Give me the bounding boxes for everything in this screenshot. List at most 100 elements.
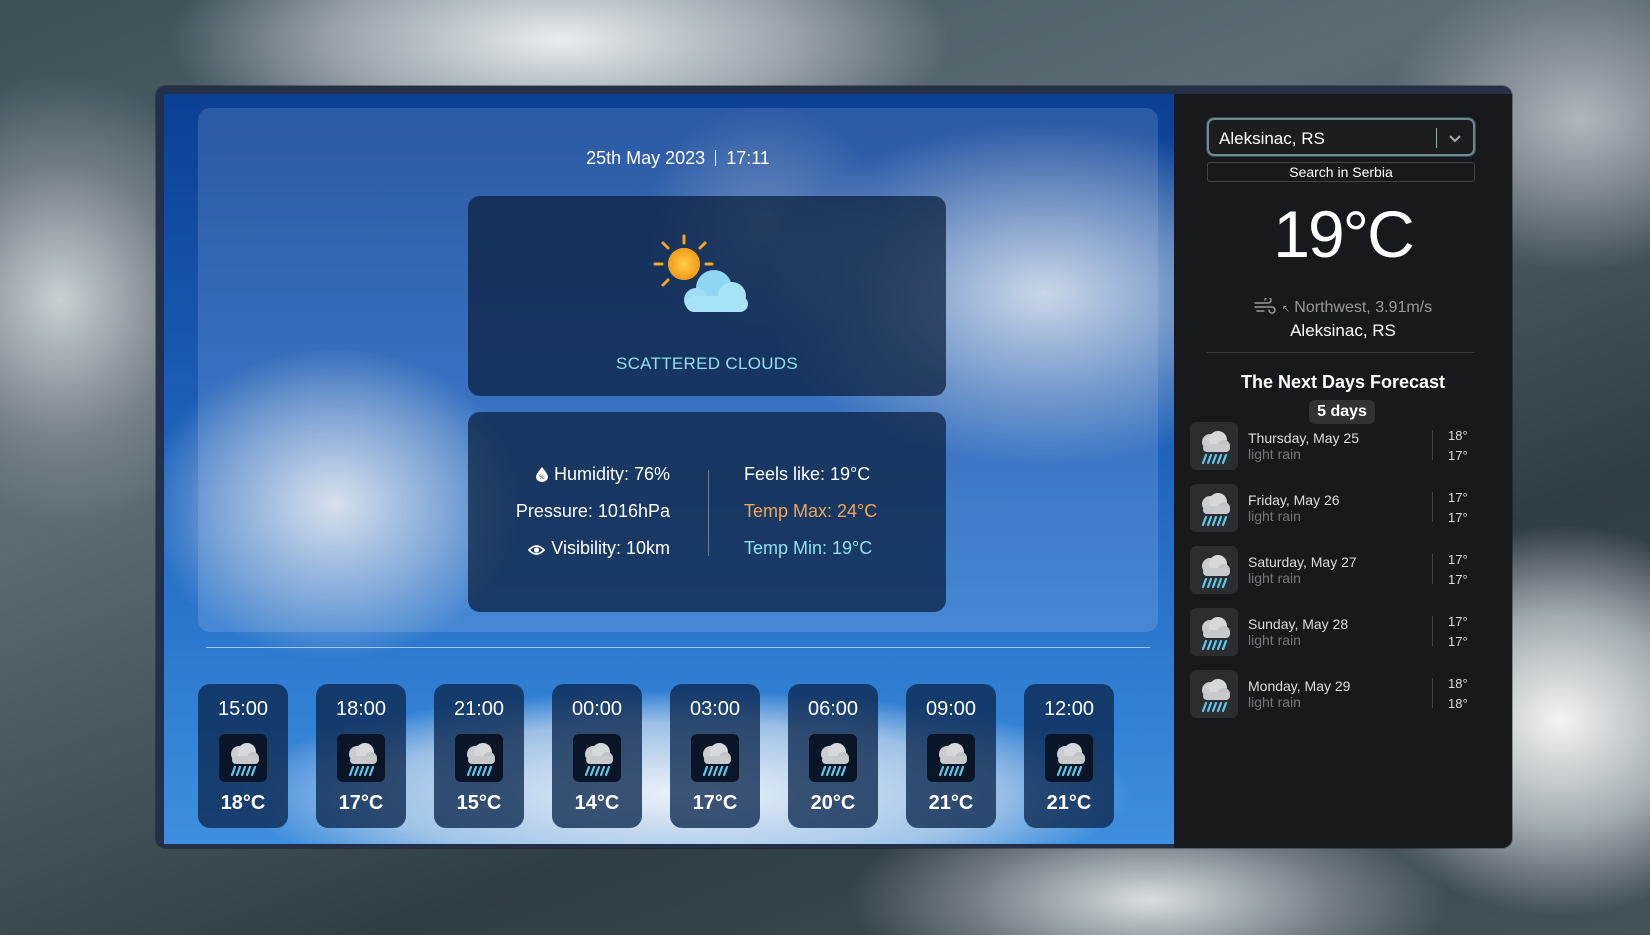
hourly-card: 06:00 20°C [788, 684, 878, 828]
location-select-value: Aleksinac, RS [1219, 129, 1325, 148]
eye-icon [528, 540, 546, 561]
forecast-day-max: 17° [1448, 614, 1468, 629]
forecast-day-divider [1432, 554, 1433, 584]
forecast-day-divider [1432, 430, 1433, 460]
hourly-card: 03:00 17°C [670, 684, 760, 828]
hourly-time: 15:00 [217, 698, 269, 720]
current-time: 17:11 [726, 148, 770, 168]
forecast-day-desc: light rain [1248, 570, 1301, 586]
forecast-day-divider [1432, 616, 1433, 646]
select-separator [1436, 128, 1437, 148]
hourly-time: 18:00 [335, 698, 387, 720]
forecast-day-max: 18° [1448, 676, 1468, 691]
hourly-time: 12:00 [1043, 698, 1095, 720]
svg-text:%: % [539, 474, 545, 481]
date-time-divider [715, 150, 717, 166]
hourly-card: 18:00 17°C [316, 684, 406, 828]
pressure-value: Pressure: 1016hPa [515, 501, 670, 521]
rain-cloud-icon [219, 734, 267, 782]
feels-like-value: Feels like: 19°C [744, 464, 871, 484]
hourly-card: 09:00 21°C [906, 684, 996, 828]
hourly-card: 15:00 18°C [198, 684, 288, 828]
hourly-time: 21:00 [453, 698, 505, 720]
forecast-day-name: Sunday, May 28 [1248, 616, 1349, 632]
forecast-day-min: 17° [1448, 572, 1468, 587]
temp-min-value: Temp Min: 19°C [744, 538, 873, 558]
details-right-column: Feels like: 19°C Temp Max: 24°C Temp Min… [744, 464, 877, 575]
forecast-title: The Next Days Forecast [1240, 372, 1446, 392]
hourly-temp: 18°C [220, 792, 266, 814]
location-name: Aleksinac, RS [1290, 321, 1396, 340]
weather-app-window: 25th May 2023 17:11 SCATTERED CLOUDS % H… [156, 86, 1512, 848]
rain-cloud-icon [1190, 546, 1238, 594]
rain-cloud-icon [1190, 670, 1238, 718]
wind-direction-arrow-icon: ↖ [1281, 304, 1291, 315]
rain-cloud-icon [573, 734, 621, 782]
forecast-day-max: 17° [1448, 552, 1468, 567]
location-select[interactable]: Aleksinac, RS [1207, 118, 1475, 156]
forecast-day-item: Monday, May 29 light rain 18° 18° [1190, 668, 1480, 720]
hourly-temp: 21°C [928, 792, 974, 814]
current-date: 25th May 2023 [586, 148, 706, 168]
forecast-day-desc: light rain [1248, 694, 1301, 710]
wind-value: Northwest, 3.91m/s [1294, 299, 1433, 316]
sun-behind-cloud-icon [652, 234, 762, 324]
forecast-day-desc: light rain [1248, 508, 1301, 524]
humidity-value: Humidity: 76% [553, 464, 670, 484]
rain-cloud-icon [1190, 484, 1238, 532]
details-divider [708, 470, 709, 556]
hourly-temp: 21°C [1046, 792, 1092, 814]
hourly-temp: 15°C [456, 792, 502, 814]
current-weather-hero: 25th May 2023 17:11 SCATTERED CLOUDS % H… [198, 108, 1158, 632]
visibility-row: Visibility: 10km [516, 538, 670, 575]
forecast-day-divider [1432, 678, 1433, 708]
temp-max-value: Temp Max: 24°C [744, 501, 878, 521]
hourly-forecast: 15:00 18°C 18:00 17°C 21:00 15°C 00:00 1… [198, 684, 1158, 828]
chevron-down-icon[interactable] [1447, 130, 1463, 146]
hourly-temp: 17°C [338, 792, 384, 814]
sidebar-divider [1207, 352, 1475, 353]
forecast-day-min: 18° [1448, 696, 1468, 711]
hourly-temp: 14°C [574, 792, 620, 814]
details-card: % Humidity: 76% Pressure: 1016hPa Visibi… [468, 412, 946, 612]
wind-row: ↖ Northwest, 3.91m/s [1174, 296, 1512, 319]
sidebar: Aleksinac, RS Search in Serbia 19°C ↖ Nor… [1174, 94, 1512, 848]
rain-cloud-icon [809, 734, 857, 782]
hourly-card: 12:00 21°C [1024, 684, 1114, 828]
forecast-day-item: Friday, May 26 light rain 17° 17° [1190, 482, 1480, 534]
visibility-value: Visibility: 10km [551, 538, 670, 558]
forecast-day-name: Saturday, May 27 [1248, 554, 1357, 570]
forecast-day-divider [1432, 492, 1433, 522]
main-panel: 25th May 2023 17:11 SCATTERED CLOUDS % H… [164, 94, 1174, 844]
forecast-day-max: 17° [1448, 490, 1468, 505]
hourly-temp: 17°C [692, 792, 738, 814]
hourly-card: 21:00 15°C [434, 684, 524, 828]
search-in-country-button[interactable]: Search in Serbia [1207, 162, 1475, 182]
forecast-day-min: 17° [1448, 510, 1468, 525]
condition-card: SCATTERED CLOUDS [468, 196, 946, 396]
forecast-day-min: 17° [1448, 634, 1468, 649]
forecast-day-name: Friday, May 26 [1248, 492, 1340, 508]
hourly-time: 03:00 [689, 698, 741, 720]
humidity-drop-icon: % [535, 466, 548, 487]
current-temperature: 19°C [1273, 197, 1414, 271]
forecast-day-item: Saturday, May 27 light rain 17° 17° [1190, 544, 1480, 596]
date-time: 25th May 2023 17:11 [198, 148, 1158, 169]
forecast-day-max: 18° [1448, 428, 1468, 443]
details-left-column: % Humidity: 76% Pressure: 1016hPa Visibi… [516, 464, 670, 575]
hourly-divider [206, 647, 1150, 648]
rain-cloud-icon [1190, 608, 1238, 656]
wind-icon [1254, 296, 1276, 319]
hourly-time: 00:00 [571, 698, 623, 720]
condition-text: SCATTERED CLOUDS [615, 354, 799, 373]
hourly-card: 00:00 14°C [552, 684, 642, 828]
rain-cloud-icon [1190, 422, 1238, 470]
hourly-time: 09:00 [925, 698, 977, 720]
forecast-day-item: Thursday, May 25 light rain 18° 17° [1190, 420, 1480, 472]
hourly-time: 06:00 [807, 698, 859, 720]
rain-cloud-icon [337, 734, 385, 782]
rain-cloud-icon [1045, 734, 1093, 782]
forecast-day-item: Sunday, May 28 light rain 17° 17° [1190, 606, 1480, 658]
rain-cloud-icon [927, 734, 975, 782]
humidity-row: % Humidity: 76% [516, 464, 670, 501]
